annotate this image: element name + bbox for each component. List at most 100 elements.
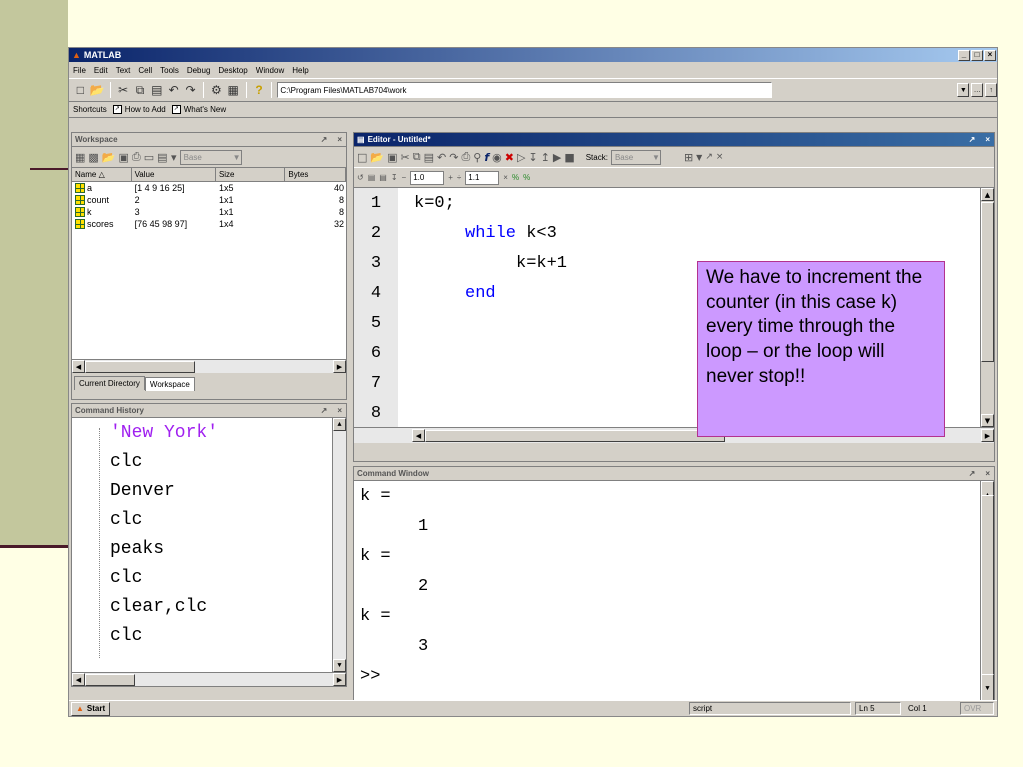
continue-icon[interactable]: ▶ bbox=[553, 151, 561, 164]
workspace-hscrollbar[interactable]: ◀ ▶ bbox=[72, 359, 346, 373]
tab-current-directory[interactable]: Current Directory bbox=[74, 376, 145, 390]
step-in-icon[interactable]: ↧ bbox=[528, 151, 537, 164]
scroll-up-icon[interactable]: ▲ bbox=[981, 188, 994, 201]
directory-dropdown-icon[interactable]: ▼ bbox=[957, 83, 970, 97]
undo-icon[interactable]: ↶ bbox=[437, 151, 446, 164]
history-vscrollbar[interactable]: ▲ ▼ bbox=[332, 418, 346, 672]
step-out-icon[interactable]: ↥ bbox=[541, 151, 550, 164]
insert-cell-icon[interactable]: ▤ bbox=[368, 173, 376, 182]
command-prompt[interactable]: >> bbox=[360, 661, 994, 691]
redo-icon[interactable]: ↷ bbox=[183, 81, 198, 99]
list-item[interactable]: clc bbox=[72, 447, 346, 476]
tab-workspace[interactable]: Workspace bbox=[144, 377, 195, 391]
new-variable-icon[interactable]: ▦ bbox=[75, 151, 85, 164]
history-hscrollbar[interactable]: ◀ ▶ bbox=[72, 672, 346, 686]
new-file-icon[interactable]: □ bbox=[357, 151, 367, 164]
help-icon[interactable]: ? bbox=[252, 81, 267, 99]
redo-icon[interactable]: ↷ bbox=[449, 151, 458, 164]
table-row[interactable]: a [1 4 9 16 25] 1x5 40 bbox=[72, 182, 346, 194]
menu-tools[interactable]: Tools bbox=[160, 66, 179, 75]
paste-icon[interactable]: ▤ bbox=[424, 151, 434, 164]
list-item[interactable]: Denver bbox=[72, 476, 346, 505]
menu-desktop[interactable]: Desktop bbox=[218, 66, 247, 75]
close-panel-icon[interactable]: × bbox=[337, 406, 342, 415]
undock-icon[interactable]: ↗ bbox=[969, 469, 976, 478]
step-icon[interactable]: ▷ bbox=[517, 151, 525, 164]
eval-cell-icon[interactable]: ↺ bbox=[357, 173, 364, 182]
menu-edit[interactable]: Edit bbox=[94, 66, 108, 75]
scroll-thumb[interactable] bbox=[981, 495, 994, 685]
increment-icon[interactable]: + bbox=[448, 173, 453, 182]
up-folder-icon[interactable]: ↑ bbox=[985, 83, 997, 97]
scroll-right-icon[interactable]: ▶ bbox=[333, 360, 346, 373]
close-panel-icon[interactable]: × bbox=[716, 152, 724, 162]
advance-icon[interactable]: ↧ bbox=[391, 173, 398, 182]
scroll-right-icon[interactable]: ▶ bbox=[333, 673, 346, 686]
eval-advance-icon[interactable]: ▤ bbox=[379, 173, 387, 182]
workspace-stack-select[interactable]: Base ▼ bbox=[179, 149, 242, 165]
list-item[interactable]: clc bbox=[72, 621, 346, 650]
list-item[interactable]: 'New York' bbox=[72, 418, 346, 447]
col-header-value[interactable]: Value bbox=[132, 168, 216, 181]
menu-window[interactable]: Window bbox=[256, 66, 284, 75]
exit-debug-icon[interactable]: ■ bbox=[564, 151, 574, 164]
set-breakpoint-icon[interactable]: ◉ bbox=[492, 151, 502, 164]
scroll-left-icon[interactable]: ◀ bbox=[72, 673, 85, 686]
menu-cell[interactable]: Cell bbox=[138, 66, 152, 75]
save-icon[interactable]: ▣ bbox=[387, 151, 397, 164]
table-row[interactable]: scores [76 45 98 97] 1x4 32 bbox=[72, 218, 346, 230]
close-button[interactable]: × bbox=[984, 49, 996, 61]
scroll-thumb[interactable] bbox=[981, 202, 994, 362]
scroll-thumb[interactable] bbox=[425, 429, 725, 442]
find-icon[interactable]: ⚲ bbox=[473, 151, 481, 164]
layout-grid-icon[interactable]: ⊞ bbox=[684, 151, 693, 164]
current-directory-input[interactable]: C:\Program Files\MATLAB704\work bbox=[277, 82, 773, 98]
minimize-button[interactable]: _ bbox=[958, 49, 970, 61]
import-data-icon[interactable]: 📂 bbox=[102, 151, 116, 164]
menu-file[interactable]: File bbox=[73, 66, 86, 75]
cut-icon[interactable]: ✂ bbox=[116, 81, 131, 99]
divide-value-input[interactable]: 1.1 bbox=[465, 170, 500, 185]
scroll-left-icon[interactable]: ◀ bbox=[72, 360, 85, 373]
copy-icon[interactable]: ⧉ bbox=[413, 150, 421, 164]
shortcut-how-to-add[interactable]: ↗ How to Add bbox=[112, 105, 166, 115]
scroll-down-icon[interactable]: ▼ bbox=[333, 659, 346, 672]
decrement-value-input[interactable]: 1.0 bbox=[410, 170, 445, 185]
undock-icon[interactable]: ↗ bbox=[705, 152, 713, 162]
plot-selector-icon[interactable]: ▤ ▾ bbox=[157, 151, 176, 164]
list-item[interactable]: clear,clc bbox=[72, 592, 346, 621]
scroll-up-icon[interactable]: ▲ bbox=[333, 418, 346, 431]
scroll-right-icon[interactable]: ▶ bbox=[981, 429, 994, 442]
list-item[interactable]: clc bbox=[72, 505, 346, 534]
list-item[interactable]: peaks bbox=[72, 534, 346, 563]
menu-text[interactable]: Text bbox=[116, 66, 131, 75]
editor-stack-select[interactable]: Base ▼ bbox=[610, 149, 661, 165]
command-window-vscrollbar[interactable]: ▲ ▼ bbox=[980, 481, 994, 704]
editor-vscrollbar[interactable]: ▲ ▼ bbox=[980, 188, 994, 427]
shortcut-whats-new[interactable]: ↗ What's New bbox=[171, 105, 226, 115]
copy-icon[interactable]: ⧉ bbox=[133, 81, 148, 99]
open-folder-icon[interactable]: 📂 bbox=[90, 81, 105, 99]
simulink-icon[interactable]: ⚙ bbox=[209, 81, 224, 99]
chevron-down-icon[interactable]: ▼ bbox=[696, 153, 702, 162]
table-row[interactable]: k 3 1x1 8 bbox=[72, 206, 346, 218]
comment-icon[interactable]: % bbox=[512, 173, 519, 182]
close-panel-icon[interactable]: × bbox=[985, 135, 990, 144]
clear-breakpoints-icon[interactable]: ✖ bbox=[505, 151, 514, 164]
open-variable-icon[interactable]: ▩ bbox=[88, 151, 98, 164]
browse-button[interactable]: … bbox=[971, 83, 984, 97]
undock-icon[interactable]: ↗ bbox=[321, 406, 328, 415]
scroll-left-icon[interactable]: ◀ bbox=[412, 429, 425, 442]
paste-icon[interactable]: ▤ bbox=[149, 81, 164, 99]
print-icon[interactable]: ⎙ bbox=[132, 150, 141, 164]
save-workspace-icon[interactable]: ▣ bbox=[119, 151, 129, 164]
list-item[interactable]: clc bbox=[72, 563, 346, 592]
col-header-bytes[interactable]: Bytes bbox=[285, 168, 346, 181]
col-header-name[interactable]: Name △ bbox=[72, 168, 132, 181]
divide-icon[interactable]: ÷ bbox=[457, 173, 461, 182]
decrement-icon[interactable]: − bbox=[402, 173, 407, 182]
close-panel-icon[interactable]: × bbox=[337, 135, 342, 144]
cut-icon[interactable]: ✂ bbox=[401, 151, 410, 164]
function-icon[interactable]: f bbox=[484, 151, 489, 164]
scroll-down-icon[interactable]: ▼ bbox=[981, 414, 994, 427]
